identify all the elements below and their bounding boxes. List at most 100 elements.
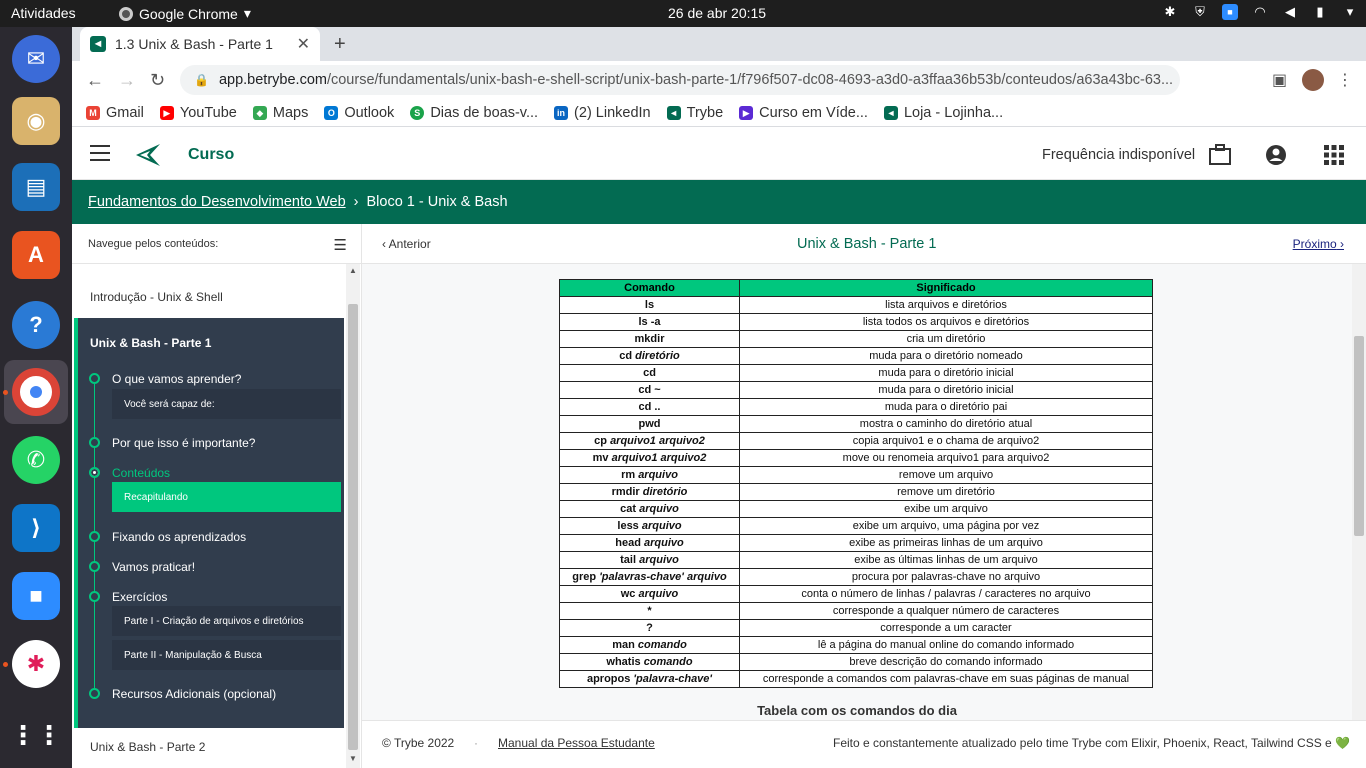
trybe-logo-icon[interactable] [134, 141, 162, 169]
slack-style-icon: S [410, 105, 425, 120]
content-scrollbar[interactable] [1352, 264, 1366, 720]
command-argument: arquivo [639, 554, 679, 566]
briefcase-icon[interactable] [1208, 143, 1232, 167]
sidebar-scroll-thumb[interactable] [348, 304, 358, 750]
slack-tray-icon[interactable]: ✱ [1162, 4, 1178, 20]
shield-icon[interactable]: ⛨ [1192, 4, 1208, 20]
command-cell: mkdir [559, 330, 740, 348]
thunderbird-icon[interactable]: ✉ [12, 35, 60, 83]
sidebar-scrollbar[interactable]: ▲ ▼ [346, 264, 360, 768]
lock-icon[interactable]: 🔒 [194, 73, 209, 87]
meaning-cell: muda para o diretório inicial [739, 364, 1153, 382]
slack-icon[interactable]: ✱ [12, 640, 60, 688]
sidebar-section-recursos[interactable]: Recursos Adicionais (opcional) [112, 687, 276, 701]
sidebar-module-intro[interactable]: Introdução - Unix & Shell [72, 290, 344, 304]
breadcrumb-course-link[interactable]: Fundamentos do Desenvolvimento Web [88, 194, 346, 210]
system-tray[interactable]: ✱ ⛨ ■ ◠ ◀ ▮ ▾ [1162, 4, 1358, 20]
battery-icon[interactable]: ▮ [1312, 4, 1328, 20]
bookmark-dias-de-boas-vindas[interactable]: S Dias de boas-v... [410, 105, 538, 121]
back-icon[interactable]: ← [86, 70, 104, 91]
command-cell: cat arquivo [559, 500, 740, 518]
table-row: pwd mostra o caminho do diretório atual [559, 415, 1153, 433]
sidebar-section-fixando[interactable]: Fixando os aprendizados [112, 530, 246, 544]
apps-grid-icon[interactable] [1322, 143, 1346, 167]
zoom-tray-icon[interactable]: ■ [1222, 4, 1238, 20]
profile-avatar[interactable] [1302, 69, 1324, 91]
bookmark-maps[interactable]: ◆ Maps [252, 105, 308, 121]
sidebar-section-exercicios[interactable]: Exercícios [112, 590, 167, 604]
bookmark-loja[interactable]: ◄ Loja - Lojinha... [883, 105, 1003, 121]
volume-icon[interactable]: ◀ [1282, 4, 1298, 20]
collapse-sidebar-icon[interactable]: ☰ [334, 236, 347, 254]
meaning-cell: exibe as últimas linhas de um arquivo [739, 551, 1153, 569]
sidebar-subitem-parte-1[interactable]: Parte I - Criação de arquivos e diretóri… [112, 606, 341, 636]
scroll-down-arrow-icon[interactable]: ▼ [349, 754, 357, 763]
chrome-icon[interactable] [12, 368, 60, 416]
reload-icon[interactable]: ↻ [150, 70, 165, 91]
chevron-down-icon: ▾ [243, 5, 251, 21]
side-panel-icon[interactable]: ▣ [1272, 70, 1287, 90]
meaning-cell: breve descrição do comando informado [739, 653, 1153, 671]
active-module-title[interactable]: Unix & Bash - Parte 1 [90, 336, 211, 350]
sidebar-subitem-voce-sera-capaz[interactable]: Você será capaz de: [112, 389, 341, 419]
table-row: ls -a lista todos os arquivos e diretório… [559, 313, 1153, 331]
bookmark-curso-em-video[interactable]: ▶ Curso em Víde... [739, 105, 868, 121]
app-menu[interactable]: Google Chrome ▾ [119, 5, 251, 22]
software-center-icon[interactable]: A [12, 231, 60, 279]
zoom-icon[interactable]: ■ [12, 572, 60, 620]
app-name: Google Chrome [139, 5, 238, 22]
hamburger-menu-icon[interactable] [90, 145, 110, 163]
sidebar-section-vamos-praticar[interactable]: Vamos praticar! [112, 560, 195, 574]
libreoffice-writer-icon[interactable]: ▤ [12, 163, 60, 211]
whatsapp-icon[interactable]: ✆ [12, 436, 60, 484]
bookmark-trybe[interactable]: ◄ Trybe [666, 105, 723, 121]
kebab-menu-icon[interactable]: ⋮ [1337, 70, 1353, 90]
activities-button[interactable]: Atividades [11, 5, 76, 21]
command-name: head [615, 537, 641, 549]
section-dot [89, 688, 100, 699]
table-header-comando: Comando [559, 279, 740, 297]
command-name: pwd [638, 418, 661, 430]
command-argument: arquivo [641, 520, 682, 532]
forward-icon[interactable]: → [118, 70, 136, 91]
power-menu-icon[interactable]: ▾ [1342, 4, 1358, 20]
sidebar-subitem-recapitulando[interactable]: Recapitulando [112, 482, 341, 512]
close-tab-icon[interactable]: ✕ [297, 34, 310, 54]
command-cell: ls -a [559, 313, 740, 331]
command-name: cd [643, 367, 656, 379]
wifi-icon[interactable]: ◠ [1252, 4, 1268, 20]
sidebar-module-parte-2[interactable]: Unix & Bash - Parte 2 [72, 740, 344, 754]
bookmark-outlook[interactable]: O Outlook [324, 105, 394, 121]
next-button[interactable]: Próximo › [1293, 237, 1344, 251]
sidebar-section-por-que-importante[interactable]: Por que isso é importante? [112, 436, 255, 450]
address-bar[interactable]: 🔒 app.betrybe.com /course/fundamentals/u… [180, 65, 1180, 95]
table-row: ? corresponde a um caracter [559, 619, 1153, 637]
command-argument: arquivo [638, 588, 679, 600]
rhythmbox-icon[interactable]: ◉ [12, 97, 60, 145]
new-tab-icon[interactable]: + [334, 33, 346, 56]
meaning-cell: procura por palavras-chave no arquivo [739, 568, 1153, 586]
sidebar-subitem-parte-2[interactable]: Parte II - Manipulação & Busca [112, 640, 341, 670]
bookmark-linkedin[interactable]: in (2) LinkedIn [554, 105, 651, 121]
clock[interactable]: 26 de abr 20:15 [668, 5, 766, 21]
vscode-icon[interactable]: ⟩ [12, 504, 60, 552]
table-row: cd diretório muda para o diretório nomead… [559, 347, 1153, 365]
browser-tab[interactable]: ◄ 1.3 Unix & Bash - Parte 1 ✕ [80, 27, 320, 61]
bookmark-gmail[interactable]: M Gmail [86, 105, 144, 121]
command-cell: wc arquivo [559, 585, 740, 603]
sidebar-section-conteudos[interactable]: Conteúdos [112, 466, 170, 480]
header-title[interactable]: Curso [188, 146, 234, 164]
bookmark-youtube[interactable]: ▶ YouTube [159, 105, 237, 121]
show-apps-icon[interactable]: ⋮⋮ [10, 711, 62, 759]
meaning-cell: cria um diretório [739, 330, 1153, 348]
footer-manual-link[interactable]: Manual da Pessoa Estudante [498, 736, 655, 750]
command-argument: comando [643, 656, 693, 668]
sidebar-section-o-que-vamos-aprender[interactable]: O que vamos aprender? [112, 372, 241, 386]
command-name: rmdir [611, 486, 640, 498]
account-circle-icon[interactable] [1264, 143, 1288, 167]
content-scroll-thumb[interactable] [1354, 336, 1364, 536]
previous-button[interactable]: ‹ Anterior [382, 237, 431, 251]
help-icon[interactable]: ? [12, 301, 60, 349]
table-row: cp arquivo1 arquivo2 copia arquivo1 e o c… [559, 432, 1153, 450]
scroll-up-arrow-icon[interactable]: ▲ [349, 266, 357, 275]
